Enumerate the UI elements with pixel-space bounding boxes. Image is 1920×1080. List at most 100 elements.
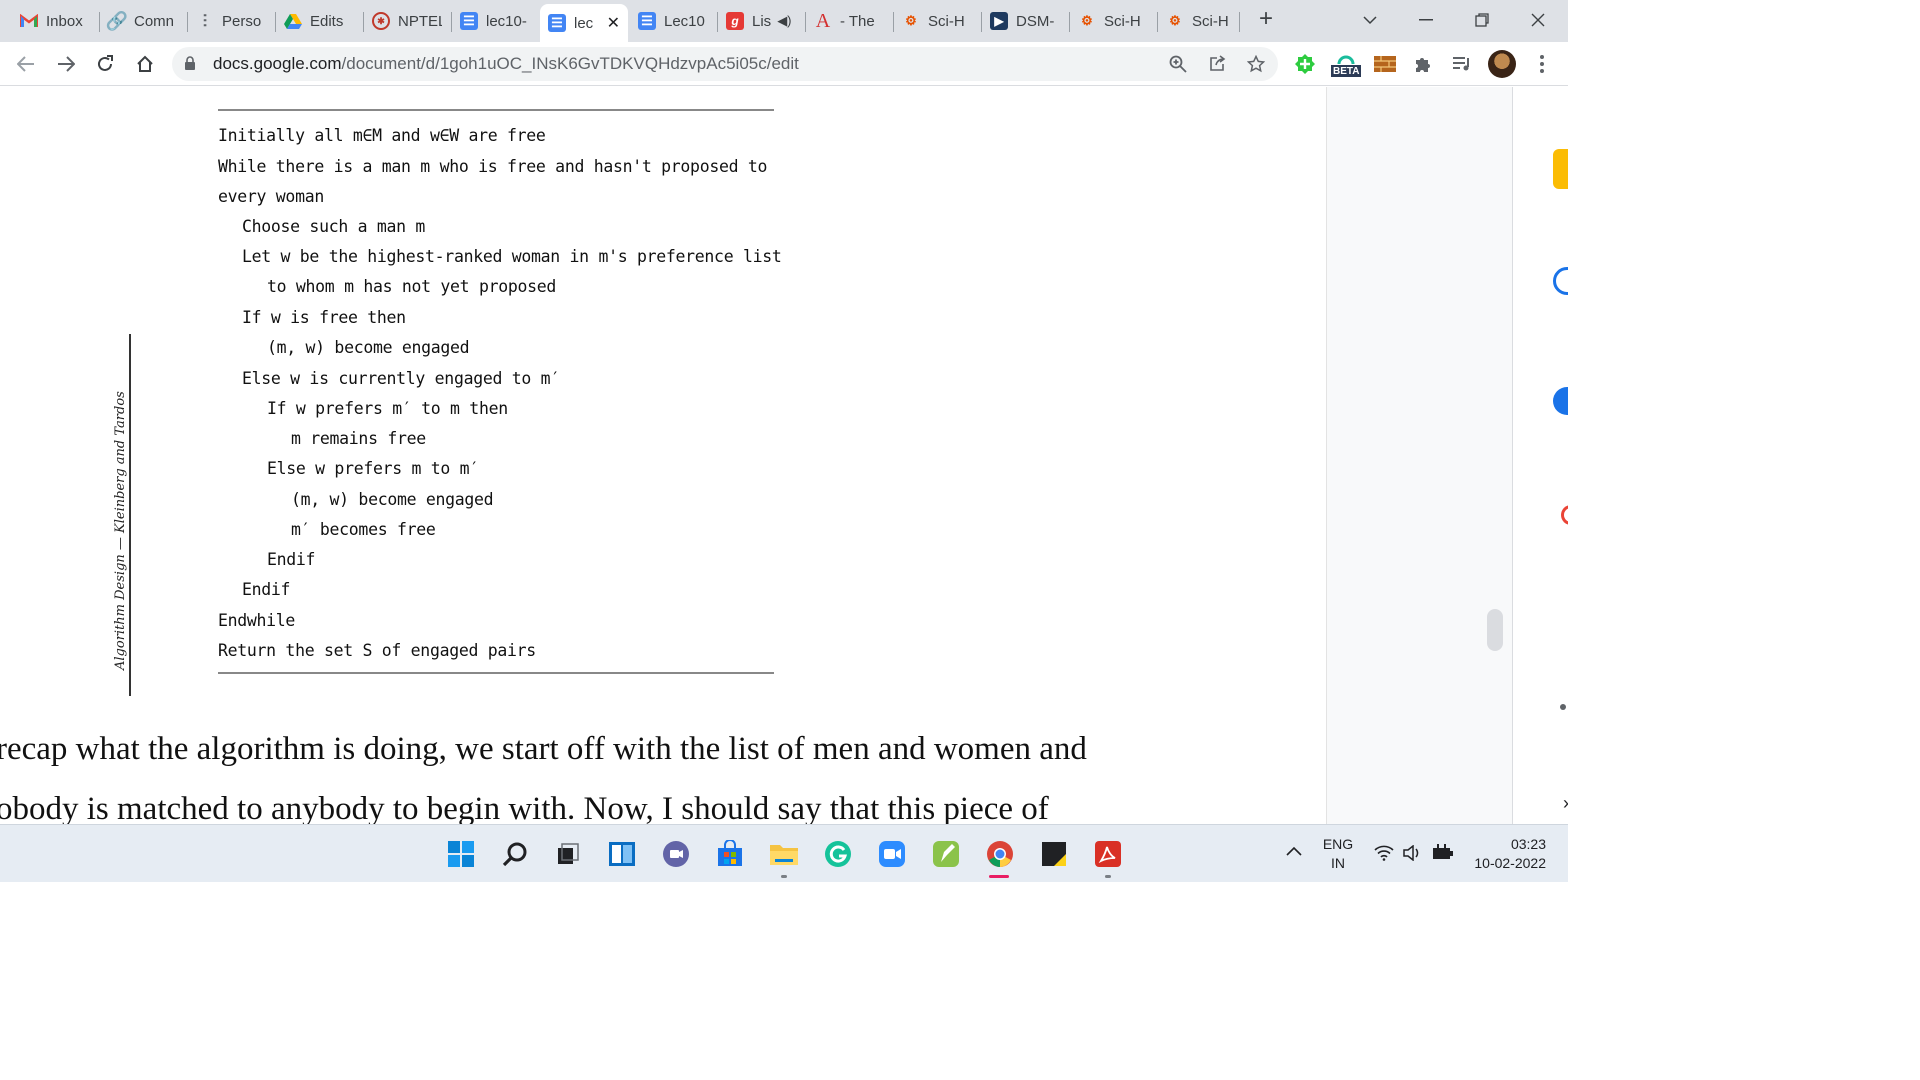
wifi-icon[interactable] — [1374, 845, 1394, 866]
g-icon: g — [726, 12, 744, 30]
tab-dsm[interactable]: ▶ DSM- — [982, 4, 1068, 38]
speaker-icon[interactable]: ◀) — [777, 13, 791, 29]
keep-icon[interactable] — [1553, 149, 1568, 189]
algorithm-line: If w prefers m′ to m then — [267, 399, 508, 418]
close-window-button[interactable] — [1518, 6, 1558, 34]
tab-the[interactable]: A - The — [806, 4, 892, 38]
beta-badge: BETA — [1333, 66, 1360, 77]
notes-app-icon[interactable] — [931, 839, 961, 869]
tab-scihub-2[interactable]: ⚙ Sci-H — [1070, 4, 1156, 38]
file-explorer-icon[interactable] — [769, 839, 799, 869]
volume-icon[interactable] — [1403, 844, 1421, 866]
store-icon[interactable] — [715, 839, 745, 869]
tab-comn[interactable]: 🔗 Comn — [100, 4, 186, 38]
clock-date[interactable]: 10-02-2022 — [1460, 855, 1546, 871]
tab-lec-active[interactable]: ☰ lec ✕ — [540, 4, 628, 42]
browser-toolbar: docs.google.com/document/d/1goh1uOC_INsK… — [0, 42, 1568, 86]
algorithm-line: m′ becomes free — [291, 520, 436, 539]
widgets-icon[interactable] — [607, 839, 637, 869]
extension-brick-icon[interactable] — [1371, 50, 1399, 78]
algorithm-line: If w is free then — [242, 308, 406, 327]
grammarly-icon[interactable] — [823, 839, 853, 869]
tab-label: Lec10 — [664, 12, 705, 30]
forward-button[interactable] — [52, 50, 80, 78]
extensions-puzzle-icon[interactable] — [1409, 50, 1437, 78]
restore-button[interactable] — [1462, 6, 1502, 34]
running-indicator — [781, 875, 787, 878]
tab-lec10[interactable]: ☰ lec10- — [452, 4, 538, 38]
active-app-indicator — [989, 875, 1009, 878]
tab-scihub-1[interactable]: ⚙ Sci-H — [894, 4, 980, 38]
media-controls-icon[interactable] — [1448, 50, 1476, 78]
sticky-notes-icon[interactable] — [1039, 839, 1069, 869]
algorithm-line: Return the set S of engaged pairs — [218, 641, 536, 660]
home-button[interactable] — [131, 50, 159, 78]
algorithm-line: Choose such a man m — [242, 217, 426, 236]
link-icon: 🔗 — [105, 10, 129, 31]
show-hidden-icons-chevron-icon[interactable] — [1286, 843, 1302, 861]
scrollbar-thumb[interactable] — [1487, 609, 1503, 651]
zoom-icon[interactable] — [877, 839, 907, 869]
calendar-icon[interactable] — [1553, 267, 1568, 295]
extension-green-icon[interactable] — [1291, 50, 1319, 78]
search-icon[interactable] — [500, 839, 530, 869]
caption-vertical-bar — [129, 334, 131, 696]
algorithm-line: Endif — [267, 550, 316, 569]
close-tab-icon[interactable]: ✕ — [599, 13, 620, 33]
tab-label: Lis — [752, 12, 772, 30]
url-domain: docs.google.com — [213, 54, 342, 73]
reload-button[interactable] — [91, 50, 119, 78]
back-button[interactable] — [12, 50, 40, 78]
url-text[interactable]: docs.google.com/document/d/1goh1uOC_INsK… — [213, 54, 799, 74]
bookmark-star-icon[interactable] — [1243, 51, 1269, 77]
extension-beta-icon[interactable]: BETA — [1330, 50, 1362, 78]
tab-perso[interactable]: ⵗ Perso — [188, 4, 274, 38]
lock-icon[interactable] — [184, 56, 196, 76]
zoom-icon[interactable] — [1165, 51, 1191, 77]
chrome-icon[interactable] — [985, 839, 1015, 869]
tab-edits[interactable]: Edits — [276, 4, 362, 38]
tab-inbox[interactable]: Inbox — [12, 4, 98, 38]
webpage-icon: ⵗ — [202, 13, 208, 30]
tab-search-chevron-icon[interactable] — [1350, 6, 1390, 34]
language-indicator[interactable]: ENG — [1318, 836, 1358, 852]
scihub-icon: ⚙ — [1169, 13, 1181, 28]
body-text-line: obody is matched to anybody to begin wit… — [0, 791, 1049, 824]
chrome-menu-icon[interactable] — [1528, 50, 1556, 78]
tab-label: lec — [574, 14, 594, 32]
algorithm-line: m remains free — [291, 429, 426, 448]
tab-scihub-3[interactable]: ⚙ Sci-H — [1158, 4, 1238, 38]
windows-start-icon[interactable] — [446, 839, 476, 869]
tab-label: Sci-H — [1192, 12, 1229, 30]
body-text-line: recap what the algorithm is doing, we st… — [0, 731, 1087, 767]
side-panel: › — [1512, 87, 1568, 824]
share-icon[interactable] — [1204, 51, 1230, 77]
battery-icon[interactable] — [1432, 844, 1454, 867]
windows-taskbar: ENG IN 03:23 10-02-2022 — [0, 824, 1568, 882]
tab-lis[interactable]: g Lis ◀) — [718, 4, 804, 38]
acrobat-icon[interactable] — [1093, 839, 1123, 869]
clock-time[interactable]: 03:23 — [1470, 836, 1546, 852]
side-caption: Algorithm Design — Kleinberg and Tardos — [113, 391, 128, 670]
algorithm-line: Else w is currently engaged to m′ — [242, 369, 560, 388]
address-bar[interactable]: docs.google.com/document/d/1goh1uOC_INsK… — [172, 47, 1278, 81]
new-tab-button[interactable]: + — [1254, 7, 1278, 32]
tab-separator — [1239, 12, 1240, 32]
task-view-icon[interactable] — [553, 839, 583, 869]
scihub-icon: ⚙ — [905, 13, 917, 28]
profile-avatar[interactable] — [1488, 50, 1516, 78]
tasks-icon[interactable] — [1553, 387, 1568, 415]
maps-icon[interactable] — [1561, 505, 1568, 525]
document-canvas[interactable]: Initially all m∈M and w∈W are free While… — [0, 87, 1326, 824]
tab-lec10-b[interactable]: ☰ Lec10 — [630, 4, 716, 38]
tab-nptel[interactable]: ✱ NPTEL — [364, 4, 450, 38]
minimize-button[interactable] — [1406, 6, 1446, 34]
region-indicator[interactable]: IN — [1318, 855, 1358, 871]
docs-right-gutter — [1326, 87, 1512, 824]
teams-chat-icon[interactable] — [661, 839, 691, 869]
expand-chevron-icon[interactable]: › — [1563, 793, 1568, 814]
algorithm-line: Endif — [242, 580, 291, 599]
drive-icon — [284, 12, 302, 30]
url-path: /document/d/1goh1uOC_INsK6GvTDKVQHdzvpAc… — [341, 54, 799, 73]
nptel-icon: ✱ — [372, 12, 390, 30]
